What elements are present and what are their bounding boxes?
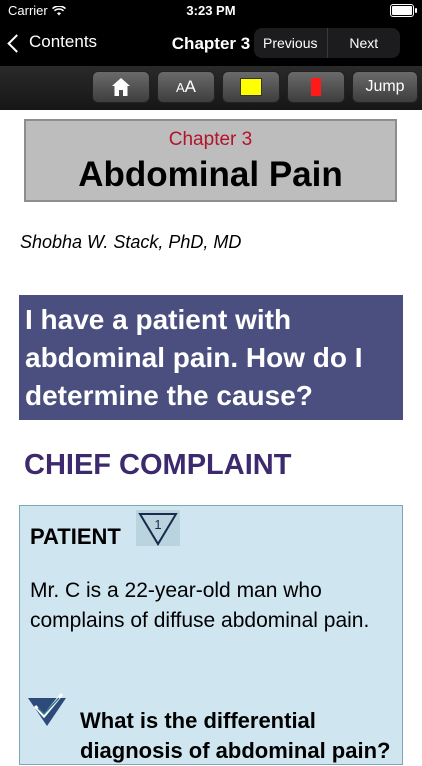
section-heading: CHIEF COMPLAINT	[24, 449, 292, 481]
case-step-number: 1	[154, 517, 161, 532]
highlighter-swatch-icon	[240, 78, 262, 96]
chapter-title: Abdominal Pain	[78, 155, 343, 194]
bookmark-icon	[311, 78, 321, 96]
status-time: 3:23 PM	[186, 3, 236, 18]
font-size-button[interactable]: AA	[157, 71, 215, 103]
font-size-icon: AA	[175, 77, 196, 96]
reader-toolbar: AA Jump	[0, 66, 422, 110]
patient-label: PATIENT	[30, 524, 121, 549]
chapter-header: Chapter 3 Abdominal Pain	[24, 119, 397, 202]
prev-next-segmented-control: Previous Next	[254, 28, 400, 58]
case-description: Mr. C is a 22-year-old man who complains…	[30, 579, 370, 632]
home-button[interactable]	[92, 71, 150, 103]
case-step-badge-icon: 1	[136, 510, 180, 546]
checkmark-question-icon	[28, 693, 66, 726]
back-to-contents-button[interactable]: Contents	[7, 32, 98, 53]
differential-question: What is the differential diagnosis of ab…	[80, 708, 391, 763]
home-icon	[112, 78, 130, 96]
chevron-left-icon	[7, 33, 26, 53]
previous-button[interactable]: Previous	[254, 28, 328, 58]
next-button[interactable]: Next	[328, 28, 401, 58]
status-bar: Carrier 3:23 PM	[0, 0, 422, 22]
highlight-button[interactable]	[222, 71, 280, 103]
author-line: Shobha W. Stack, PhD, MD	[20, 232, 242, 252]
jump-button[interactable]: Jump	[352, 71, 418, 103]
back-button-label: Contents	[29, 32, 98, 51]
battery-icon	[390, 4, 417, 17]
jump-button-label: Jump	[365, 78, 405, 95]
navigation-bar: Contents Chapter 3 Previous Next	[0, 22, 422, 66]
chapter-number: Chapter 3	[168, 129, 253, 150]
bookmark-button[interactable]	[287, 71, 345, 103]
key-question-banner: I have a patient with abdominal pain. Ho…	[19, 295, 403, 420]
patient-case-box: PATIENT 1 Mr. C is a 22-year-old man who…	[19, 505, 403, 765]
